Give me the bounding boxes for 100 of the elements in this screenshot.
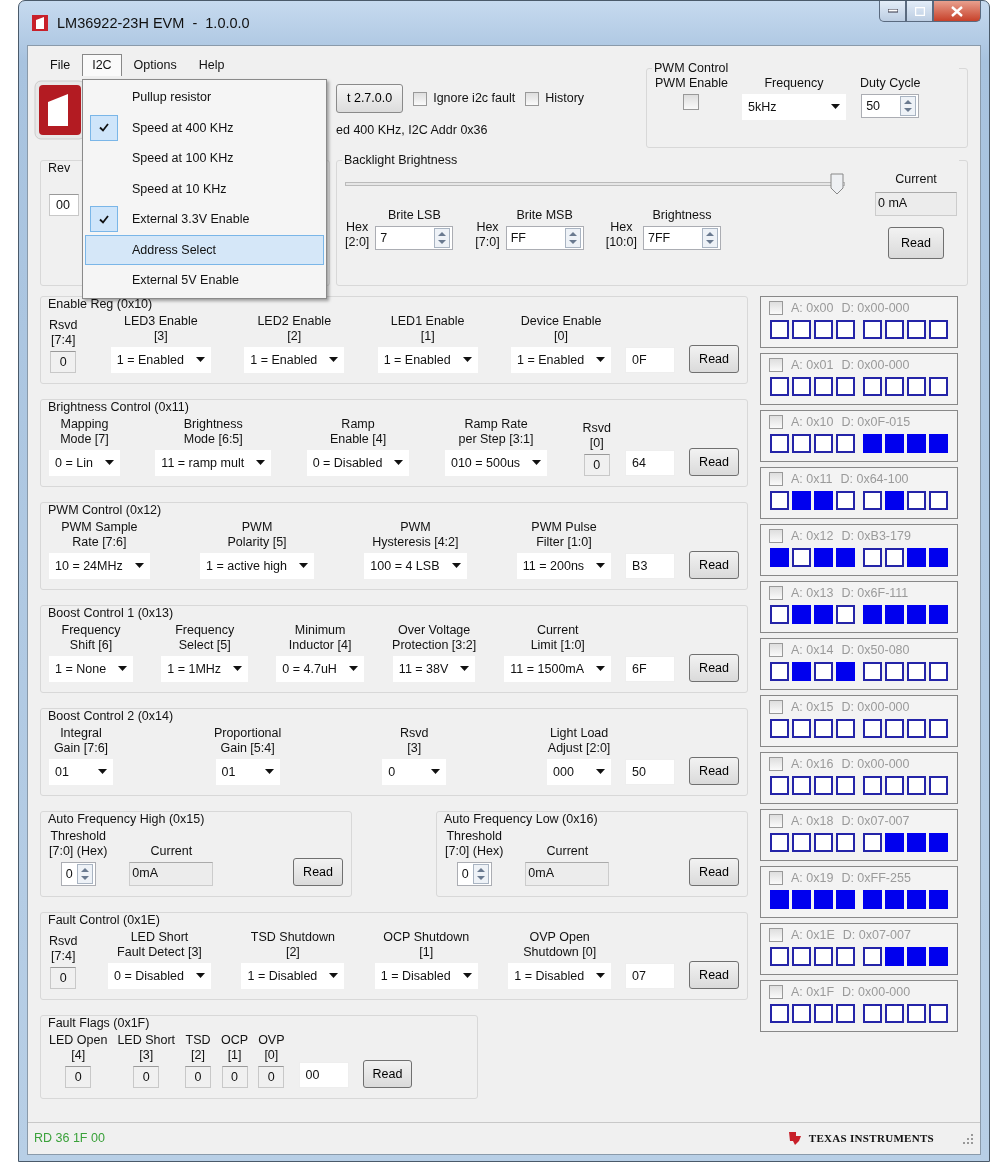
spin-field[interactable]: 0 (60, 862, 96, 886)
menu-item[interactable]: External 5V Enable (85, 265, 324, 296)
menu-item[interactable]: Options (123, 54, 187, 77)
dropdown[interactable]: 0 = 4.7uH (276, 656, 364, 682)
checkbox[interactable] (769, 472, 783, 487)
checkbox[interactable] (769, 301, 783, 316)
version-button[interactable]: t 2.7.0.0 (336, 84, 404, 113)
menu-item[interactable]: Speed at 10 KHz (85, 173, 324, 204)
menu-item[interactable]: External 3.3V Enable (85, 204, 324, 235)
read-button[interactable]: Read (689, 550, 739, 579)
checkbox[interactable] (769, 871, 783, 886)
dropdown[interactable]: 11 = ramp mult (155, 450, 272, 476)
dropdown[interactable]: 0 = Disabled (306, 450, 410, 476)
hex-field[interactable]: 07 (625, 963, 676, 989)
dropdown[interactable]: 1 = Disabled (374, 963, 478, 989)
caret-icon (98, 769, 107, 775)
spin-arrows-icon[interactable] (76, 864, 93, 884)
minimize-button[interactable] (879, 1, 906, 22)
read-button[interactable]: Read (689, 344, 739, 373)
dropdown[interactable]: 0 = Disabled (108, 963, 211, 989)
checkbox[interactable] (769, 529, 783, 544)
checkbox[interactable] (769, 814, 783, 829)
data-label: D: 0x00-000 (841, 301, 910, 316)
checkbox[interactable] (769, 985, 783, 1000)
read-button[interactable]: Read (689, 653, 739, 682)
current-display: 0mA (129, 862, 214, 886)
spin-arrows-icon[interactable] (900, 96, 917, 116)
close-button[interactable] (933, 1, 981, 22)
read-button[interactable]: Read (689, 447, 739, 476)
caret-icon (431, 769, 441, 775)
spin-field[interactable]: FF (505, 226, 584, 250)
checkbox[interactable] (769, 757, 783, 772)
read-button[interactable]: Read (689, 960, 739, 989)
dropdown[interactable]: 1 = Enabled (511, 347, 612, 373)
dropdown[interactable]: 100 = 4 LSB (364, 553, 467, 579)
menu-item[interactable]: Pullup resistor (85, 82, 324, 113)
spin-field[interactable]: 0 (456, 862, 492, 886)
hex-field[interactable]: 50 (625, 759, 676, 785)
read-button[interactable]: Read (362, 1060, 413, 1089)
dropdown[interactable]: 0 = Lin (49, 450, 120, 476)
dropdown[interactable]: 10 = 24MHz (49, 553, 150, 579)
caret-icon (195, 357, 205, 363)
dropdown[interactable]: 1 = Enabled (377, 347, 478, 373)
spin-arrows-icon[interactable] (701, 228, 718, 248)
dropdown[interactable]: 1 = Enabled (110, 347, 211, 373)
panel-title: Brightness Control (0x11) (46, 400, 191, 415)
checkbox[interactable] (525, 91, 540, 106)
dropdown[interactable]: 5kHz (741, 94, 846, 120)
dropdown[interactable]: 000 (547, 759, 612, 785)
read-button[interactable]: Read (689, 857, 739, 886)
checkbox[interactable] (769, 415, 783, 430)
menu-item[interactable]: Speed at 400 KHz (85, 112, 324, 143)
readonly-field: 0 (583, 453, 610, 476)
read-button[interactable]: Read (888, 227, 944, 260)
menu-item[interactable]: Address Select (85, 234, 324, 265)
spin-field[interactable]: 7 (375, 226, 454, 250)
dropdown[interactable]: 1 = 1MHz (161, 656, 249, 682)
checkbox[interactable] (769, 700, 783, 715)
field-label: LED1 Enable [1] (390, 314, 465, 344)
spin-arrows-icon[interactable] (472, 864, 489, 884)
read-button[interactable]: Read (689, 756, 739, 785)
panel-title: Auto Frequency High (0x15) (46, 812, 207, 827)
caret-icon (532, 460, 542, 466)
read-button[interactable]: Read (293, 857, 343, 886)
dropdown[interactable]: 11 = 200ns (516, 553, 612, 579)
dropdown[interactable]: 01 (49, 759, 113, 785)
dropdown[interactable]: 01 (215, 759, 280, 785)
checkbox[interactable] (769, 358, 783, 373)
dropdown[interactable]: 1 = Disabled (241, 963, 345, 989)
spin-field[interactable]: 50 (861, 94, 920, 118)
checkbox[interactable] (769, 643, 783, 658)
hex-field[interactable]: 0F (625, 347, 676, 373)
dropdown[interactable]: 11 = 1500mA (504, 656, 612, 682)
dropdown[interactable]: 1 = active high (200, 553, 315, 579)
hex-field[interactable]: 00 (298, 1062, 349, 1089)
dropdown[interactable]: 1 = Disabled (508, 963, 612, 989)
spin-arrows-icon[interactable] (564, 228, 581, 248)
dropdown[interactable]: 1 = Enabled (244, 347, 345, 373)
address-label: A: 0x00 (791, 301, 834, 316)
menu-item[interactable]: Help (188, 54, 235, 77)
spin-field[interactable]: 7FF (642, 226, 721, 250)
checkbox[interactable] (683, 94, 700, 110)
menu-item[interactable]: Speed at 100 KHz (85, 143, 324, 174)
menu-item[interactable]: File (40, 54, 81, 77)
checkbox[interactable] (769, 928, 783, 943)
dropdown[interactable]: 1 = None (49, 656, 134, 682)
slider-thumb[interactable] (830, 173, 844, 195)
data-label: D: 0x07-007 (842, 928, 911, 943)
hex-field[interactable]: 6F (625, 656, 676, 682)
hex-field[interactable]: B3 (625, 553, 676, 579)
checkbox[interactable] (413, 91, 428, 106)
menu-item[interactable]: I2C (82, 54, 122, 77)
spin-arrows-icon[interactable] (434, 228, 451, 248)
dropdown[interactable]: 11 = 38V (392, 656, 476, 682)
readonly-field: 0 (65, 1066, 92, 1089)
hex-field[interactable]: 64 (625, 450, 676, 476)
maximize-button[interactable] (906, 1, 933, 22)
checkbox[interactable] (769, 586, 783, 601)
dropdown[interactable]: 0 (382, 759, 447, 785)
dropdown[interactable]: 010 = 500us (444, 450, 548, 476)
